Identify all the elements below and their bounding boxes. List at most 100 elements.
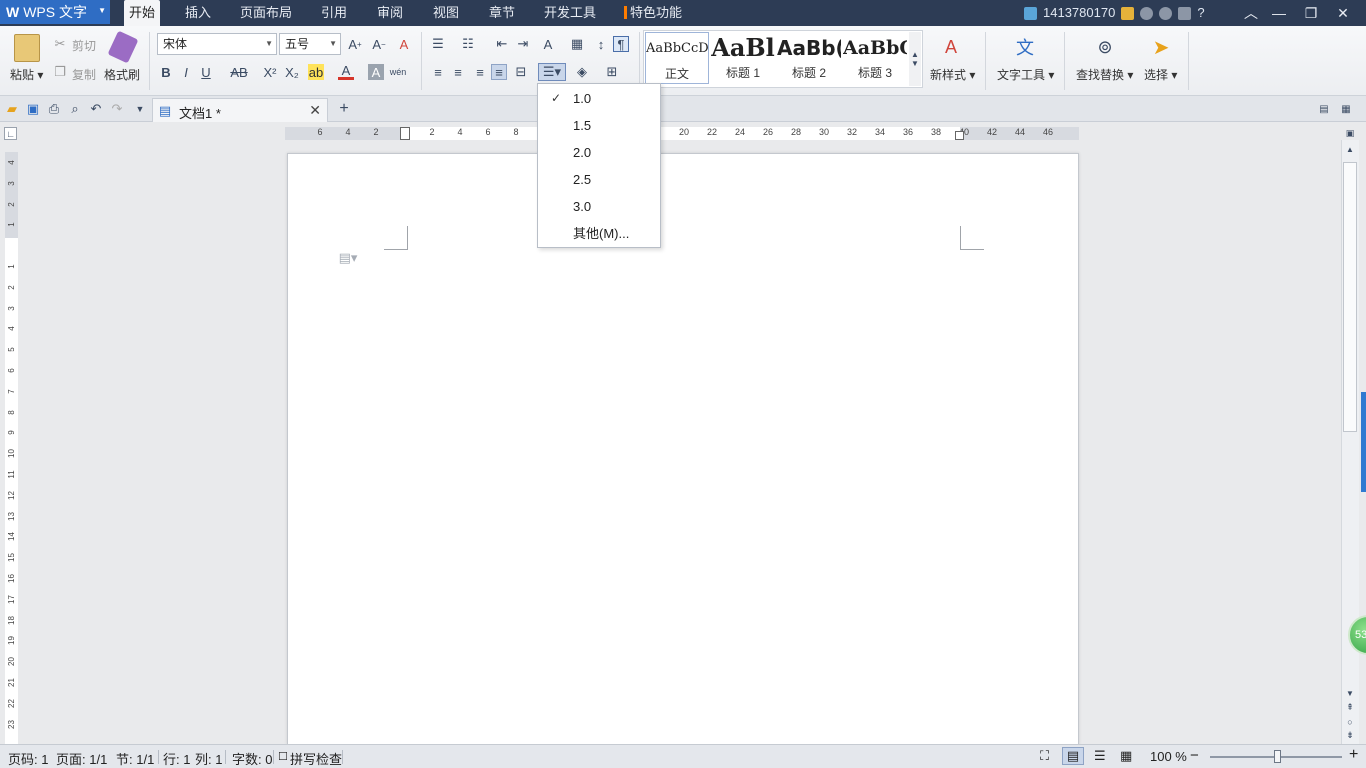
binoculars-icon[interactable]: ⊚	[1092, 34, 1118, 60]
help-icon[interactable]: ?	[1197, 0, 1204, 26]
grow-font-icon[interactable]: A +	[347, 36, 363, 52]
text-direction-icon[interactable]: A	[540, 36, 556, 52]
border-icon[interactable]: ⊞	[604, 64, 620, 80]
align-right-icon[interactable]: ≡	[472, 64, 488, 80]
tab-view[interactable]: 视图	[428, 0, 464, 26]
line-spacing-option-2-0[interactable]: 2.0	[539, 140, 659, 165]
strikethrough-icon[interactable]: AB	[228, 64, 250, 80]
next-page-icon[interactable]: ⇟	[1343, 728, 1357, 742]
font-name-select[interactable]: 宋体 ▼	[157, 33, 277, 55]
underline-icon[interactable]: U	[198, 64, 214, 80]
right-indent-marker[interactable]	[955, 131, 964, 140]
web-view-icon[interactable]: ▦	[1120, 748, 1132, 764]
line-spacing-icon[interactable]: ☰▾	[538, 63, 566, 81]
split-view-icon[interactable]: ▣	[1343, 127, 1357, 140]
align-center-icon[interactable]: ≡	[450, 64, 466, 80]
tab-menu-icon[interactable]: ▦	[1338, 101, 1354, 117]
justify-icon[interactable]: ≡	[491, 64, 507, 80]
superscript-icon[interactable]: X²	[262, 64, 278, 80]
status-page-code[interactable]: 页码: 1	[8, 749, 48, 768]
new-style-button[interactable]: 新样式 ▾	[930, 66, 975, 83]
tab-page-layout[interactable]: 页面布局	[236, 0, 296, 26]
highlight-icon[interactable]: ab	[308, 64, 324, 80]
styles-scroll-icon[interactable]: ▲ ▼	[909, 32, 921, 86]
skin-icon[interactable]	[1140, 6, 1154, 20]
new-tab-icon[interactable]: +	[336, 100, 352, 117]
app-menu-button[interactable]: W WPS 文字 ▼	[0, 0, 110, 24]
numbered-list-icon[interactable]: ☷	[460, 36, 476, 52]
status-section[interactable]: 节: 1/1	[116, 749, 154, 768]
scissors-icon[interactable]: ✂	[52, 36, 68, 52]
text-tools-button[interactable]: 文字工具 ▾	[997, 66, 1054, 83]
line-spacing-option-3-0[interactable]: 3.0	[539, 194, 659, 219]
scroll-down-icon[interactable]: ▼	[1343, 686, 1357, 700]
tab-home[interactable]: 开始	[124, 0, 160, 26]
tab-chapter[interactable]: 章节	[484, 0, 520, 26]
undo-icon[interactable]: ↶	[88, 101, 104, 117]
document-page[interactable]: ▤▾	[287, 153, 1079, 745]
paste-options-icon[interactable]: ▤▾	[339, 250, 358, 266]
text-tools-icon[interactable]: 文	[1012, 34, 1038, 60]
status-word-count[interactable]: 字数: 0	[232, 749, 272, 768]
line-spacing-option-other[interactable]: 其他(M)...	[539, 221, 659, 246]
paste-icon[interactable]	[14, 34, 40, 62]
collapse-ribbon-icon[interactable]: ︿	[1236, 0, 1266, 26]
tab-special-features[interactable]: 特色功能	[622, 0, 684, 26]
font-size-select[interactable]: 五号 ▼	[279, 33, 341, 55]
scroll-thumb[interactable]	[1343, 162, 1357, 432]
save-icon[interactable]: ▣	[25, 101, 41, 117]
select-browse-icon[interactable]: ○	[1343, 715, 1357, 729]
distribute-icon[interactable]: ⊟	[513, 64, 529, 80]
new-style-icon[interactable]: A	[938, 34, 964, 60]
show-marks-icon[interactable]: ¶	[613, 36, 629, 52]
sort-icon[interactable]: ↕	[593, 36, 609, 52]
status-pages[interactable]: 页面: 1/1	[56, 749, 107, 768]
paste-button[interactable]: 粘贴 ▾	[10, 66, 43, 83]
scroll-up-icon[interactable]: ▲	[1343, 142, 1357, 156]
decrease-indent-icon[interactable]: ⇤	[494, 36, 510, 52]
style-heading-3[interactable]: AaBbC 标题 3	[843, 32, 907, 84]
clear-format-icon[interactable]: A	[396, 36, 412, 52]
shading-fill-icon[interactable]: ◈	[574, 64, 590, 80]
char-shading-icon[interactable]: A	[368, 64, 384, 80]
outline-view-icon[interactable]: ☰	[1094, 748, 1106, 764]
bold-icon[interactable]: B	[158, 64, 174, 80]
zoom-slider-thumb[interactable]	[1274, 750, 1281, 763]
tab-review[interactable]: 审阅	[372, 0, 408, 26]
user-avatar-icon[interactable]	[1024, 6, 1037, 20]
tab-list-icon[interactable]: ▤	[1316, 101, 1332, 117]
shrink-font-icon[interactable]: A −	[371, 36, 387, 52]
restore-icon[interactable]: ❐	[1296, 0, 1326, 26]
page-view-icon[interactable]: ▤	[1062, 747, 1084, 765]
table-icon[interactable]: ▦	[569, 36, 585, 52]
line-spacing-option-1-0[interactable]: ✓ 1.0	[539, 86, 659, 111]
copy-icon[interactable]: ❐	[52, 64, 68, 80]
customize-toolbar-icon[interactable]: ▼	[132, 101, 148, 117]
line-spacing-option-2-5[interactable]: 2.5	[539, 167, 659, 192]
indent-marker[interactable]	[400, 127, 410, 140]
mail-icon[interactable]	[1121, 6, 1135, 20]
sync-icon[interactable]	[1159, 6, 1173, 20]
bullet-list-icon[interactable]: ☰	[430, 36, 446, 52]
format-painter-icon[interactable]	[107, 30, 139, 64]
select-button[interactable]: 选择 ▾	[1144, 66, 1177, 83]
minimize-icon[interactable]: —	[1264, 0, 1294, 26]
italic-icon[interactable]: I	[178, 64, 194, 80]
close-icon[interactable]: ✕	[1328, 0, 1358, 26]
font-color-icon[interactable]: A	[338, 63, 354, 80]
tab-references[interactable]: 引用	[316, 0, 352, 26]
spell-check-button[interactable]: 拼写检查	[290, 749, 342, 768]
copy-button[interactable]: 复制	[72, 66, 96, 83]
style-heading-2[interactable]: AaBb( 标题 2	[777, 32, 841, 84]
phonetic-guide-icon[interactable]: wén	[390, 64, 407, 80]
document-tab[interactable]: ▤ 文档1 * ✕	[152, 98, 328, 122]
horizontal-ruler[interactable]: 64224682022242628303234363840424446	[285, 127, 1079, 140]
open-folder-icon[interactable]: ▰	[4, 101, 20, 117]
align-left-icon[interactable]: ≡	[430, 64, 446, 80]
subscript-icon[interactable]: X₂	[284, 64, 300, 80]
print-icon[interactable]: ⎙	[46, 101, 62, 117]
cursor-arrow-icon[interactable]: ➤	[1150, 34, 1172, 60]
tab-insert[interactable]: 插入	[180, 0, 216, 26]
tab-stop-icon[interactable]: ∟	[4, 127, 17, 140]
shirt-icon[interactable]	[1178, 6, 1192, 20]
